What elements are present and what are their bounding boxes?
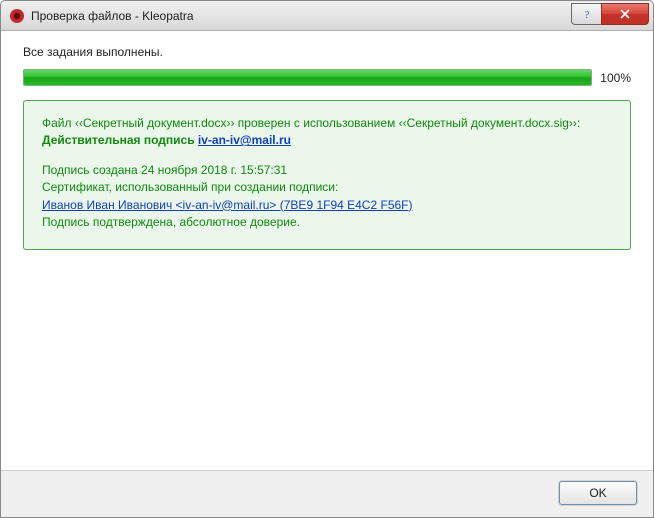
result-panel: Файл ‹‹Секретный документ.docx›› провере… [23,100,631,250]
titlebar: Проверка файлов - Kleopatra ? [1,1,653,31]
progress-percent: 100% [600,71,631,85]
close-button[interactable] [601,3,649,25]
certificate-link-row: Иванов Иван Иванович <iv-an-iv@mail.ru> … [42,197,612,214]
ok-button[interactable]: OK [559,481,637,505]
progress-fill [24,70,591,85]
result-valid-line: Действительная подпись iv-an-iv@mail.ru [42,132,612,149]
svg-text:?: ? [584,9,589,20]
progress-bar [23,69,592,86]
trust-line: Подпись подтверждена, абсолютное доверие… [42,214,612,231]
dialog-footer: OK [1,470,653,517]
certificate-link[interactable]: Иванов Иван Иванович <iv-an-iv@mail.ru> … [42,198,413,212]
status-label: Все задания выполнены. [23,45,631,59]
window-title: Проверка файлов - Kleopatra [31,9,571,23]
valid-signature-email-link[interactable]: iv-an-iv@mail.ru [198,133,291,147]
app-icon [9,8,25,24]
content-area: Все задания выполнены. 100% Файл ‹‹Секре… [1,31,653,470]
signature-created-line: Подпись создана 24 ноября 2018 г. 15:57:… [42,162,612,179]
valid-prefix: Действительная подпись [42,133,198,147]
titlebar-buttons: ? [571,3,653,25]
certificate-label: Сертификат, использованный при создании … [42,179,612,196]
result-file-line: Файл ‹‹Секретный документ.docx›› провере… [42,115,612,132]
progress-row: 100% [23,69,631,86]
help-button[interactable]: ? [571,3,601,25]
dialog-window: Проверка файлов - Kleopatra ? Все задани… [0,0,654,518]
